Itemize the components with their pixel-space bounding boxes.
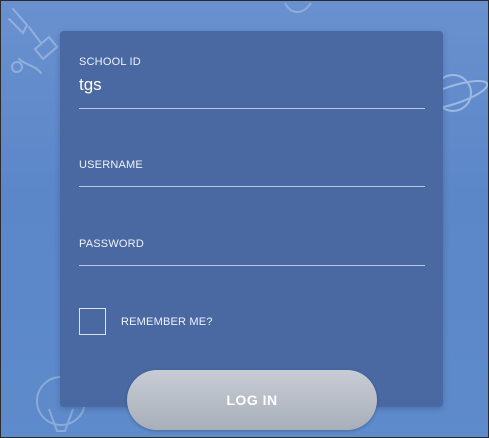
login-button[interactable]: LOG IN xyxy=(127,370,377,430)
password-underline xyxy=(79,265,425,266)
password-input[interactable] xyxy=(79,246,425,270)
school-id-field: SCHOOL ID xyxy=(79,56,425,96)
remember-me-row: REMEMBER ME? xyxy=(79,308,213,335)
doodle-swoosh-icon xyxy=(284,2,312,13)
remember-me-checkbox[interactable] xyxy=(79,308,106,335)
school-id-input[interactable] xyxy=(79,74,425,96)
username-input[interactable] xyxy=(79,167,425,191)
remember-me-label[interactable]: REMEMBER ME? xyxy=(121,316,213,328)
school-id-label: SCHOOL ID xyxy=(79,56,141,68)
login-card: SCHOOL ID USERNAME PASSWORD REMEMBER ME? xyxy=(60,31,443,407)
login-screen: SCHOOL ID USERNAME PASSWORD REMEMBER ME?… xyxy=(0,0,489,438)
username-underline xyxy=(79,186,425,187)
school-id-underline xyxy=(79,108,425,109)
doodle-tools-icon xyxy=(8,8,59,74)
